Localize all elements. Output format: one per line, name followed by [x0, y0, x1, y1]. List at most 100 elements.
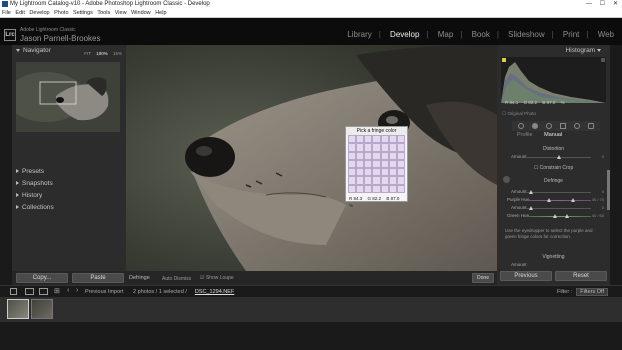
zoom-16[interactable]: 16%: [113, 51, 122, 56]
histogram-readout: R 84.1 G 82.2 B 87.0 %: [505, 100, 569, 105]
back-icon[interactable]: ‹: [67, 287, 69, 294]
copy-button[interactable]: Copy...: [16, 273, 68, 283]
green-amount-value: 0: [601, 205, 604, 210]
module-library[interactable]: Library: [347, 30, 371, 39]
previous-button[interactable]: Previous: [500, 271, 552, 281]
collections-header[interactable]: Collections: [12, 202, 54, 213]
vignetting-header: Vignetting: [542, 254, 565, 260]
module-book[interactable]: Book: [472, 30, 490, 39]
zoom-fit[interactable]: FIT: [84, 51, 91, 56]
green-amount-slider[interactable]: [527, 206, 591, 210]
module-map[interactable]: Map: [438, 30, 454, 39]
slider-knob[interactable]: [529, 206, 533, 210]
fringe-pixel-grid: [348, 135, 405, 193]
app-icon: [2, 1, 8, 7]
filename-text[interactable]: DSC_1294.NEF: [195, 289, 234, 295]
presets-label: Presets: [22, 168, 45, 175]
tab-manual[interactable]: Manual: [544, 132, 562, 138]
radial-filter-icon[interactable]: [574, 123, 580, 129]
tool-strip: [512, 121, 600, 131]
graduated-filter-icon[interactable]: [560, 123, 566, 129]
forward-icon[interactable]: ›: [76, 287, 78, 294]
menu-develop[interactable]: Develop: [29, 10, 49, 16]
red-eye-icon[interactable]: [546, 123, 552, 129]
grid-view-icon[interactable]: [25, 288, 34, 295]
slider-knob-right[interactable]: [571, 198, 575, 202]
history-header[interactable]: History: [12, 190, 42, 201]
navigator-header[interactable]: Navigator FIT 100% 16%: [12, 45, 126, 56]
collections-label: Collections: [22, 204, 54, 211]
crop-tool-icon[interactable]: [518, 123, 524, 129]
distortion-value: 0: [601, 154, 604, 159]
menu-file[interactable]: File: [2, 10, 11, 16]
zoom-100[interactable]: 100%: [96, 51, 108, 56]
grid-icon[interactable]: ⊞: [54, 287, 60, 295]
history-label: History: [22, 192, 43, 199]
slider-knob-left[interactable]: [547, 198, 551, 202]
slider-knob-right[interactable]: [565, 214, 569, 218]
menu-window[interactable]: Window: [131, 10, 151, 16]
green-hue-slider[interactable]: [527, 214, 591, 218]
right-panel-handle[interactable]: [610, 45, 622, 285]
count-text: 2 photos / 1 selected /: [133, 289, 187, 295]
snapshots-header[interactable]: Snapshots: [12, 178, 53, 189]
menu-settings[interactable]: Settings: [73, 10, 93, 16]
menu-help[interactable]: Help: [155, 10, 166, 16]
purple-amount-value: 0: [601, 189, 604, 194]
readout-g: G 82.2: [523, 100, 538, 105]
eyedropper-icon[interactable]: [503, 176, 510, 183]
collapse-icon: [597, 48, 601, 52]
reset-button[interactable]: Reset: [555, 271, 607, 281]
show-loupe-option[interactable]: ☑ Show Loupe: [200, 275, 234, 281]
maximize-button[interactable]: ☐: [600, 0, 605, 9]
constrain-crop[interactable]: ☐ Constrain Crop: [501, 165, 606, 171]
source-label[interactable]: Previous Import: [85, 289, 124, 295]
module-print[interactable]: Print: [563, 30, 579, 39]
menu-tools[interactable]: Tools: [97, 10, 110, 16]
distortion-slider[interactable]: [527, 155, 591, 159]
main-image[interactable]: [126, 45, 497, 271]
title-bar: My Lightroom Catalog-v10 - Adobe Photosh…: [0, 0, 622, 9]
bottom-panel-handle[interactable]: [0, 322, 622, 350]
module-picker: Library | Develop | Map | Book | Slideshow | …: [347, 30, 614, 39]
paste-button[interactable]: Paste: [72, 273, 124, 283]
slider-knob-left[interactable]: [553, 214, 557, 218]
close-button[interactable]: ✕: [613, 0, 618, 9]
minimize-button[interactable]: —: [586, 0, 592, 9]
done-button[interactable]: Done: [472, 273, 494, 283]
histogram-header[interactable]: Histogram: [497, 45, 610, 56]
checkbox-icon: ☐: [533, 165, 539, 171]
presets-header[interactable]: Presets: [12, 166, 44, 177]
filmstrip-bar: ⊞ ‹ › Previous Import 2 photos / 1 selec…: [0, 285, 622, 297]
secondary-display-icon[interactable]: [10, 288, 17, 295]
thumbnail-1[interactable]: [7, 299, 29, 319]
original-photo-checkbox[interactable]: ☐ Original Photo: [502, 111, 536, 117]
left-panel-handle[interactable]: [0, 45, 12, 285]
purple-hue-slider[interactable]: [527, 198, 591, 202]
menu-view[interactable]: View: [115, 10, 127, 16]
slider-knob[interactable]: [557, 155, 561, 159]
snapshots-label: Snapshots: [22, 180, 53, 187]
filter-select[interactable]: Filters Off: [576, 288, 608, 296]
module-web[interactable]: Web: [598, 30, 614, 39]
green-hue-label: Green Hue: [507, 213, 530, 218]
checkbox-icon[interactable]: ☑: [200, 275, 204, 281]
purple-amount-slider[interactable]: [527, 190, 591, 194]
defringe-header: Defringe: [544, 178, 563, 184]
brush-icon[interactable]: [588, 123, 594, 129]
menu-edit[interactable]: Edit: [15, 10, 24, 16]
module-develop[interactable]: Develop: [390, 30, 419, 39]
slider-knob[interactable]: [529, 190, 533, 194]
histogram[interactable]: [501, 57, 606, 103]
panel-scrollbar[interactable]: [607, 170, 610, 210]
spot-removal-icon[interactable]: [532, 123, 538, 129]
filmstrip: [0, 297, 622, 322]
loupe-view-icon[interactable]: [39, 288, 48, 295]
auto-dismiss-option[interactable]: Auto Dismiss: [162, 276, 191, 282]
module-slideshow[interactable]: Slideshow: [508, 30, 544, 39]
menu-photo[interactable]: Photo: [54, 10, 68, 16]
thumbnail-2[interactable]: [31, 299, 53, 319]
navigator-preview[interactable]: [6, 62, 120, 132]
tab-profile[interactable]: Profile: [517, 132, 533, 138]
green-amount-label: Amount: [511, 205, 527, 210]
